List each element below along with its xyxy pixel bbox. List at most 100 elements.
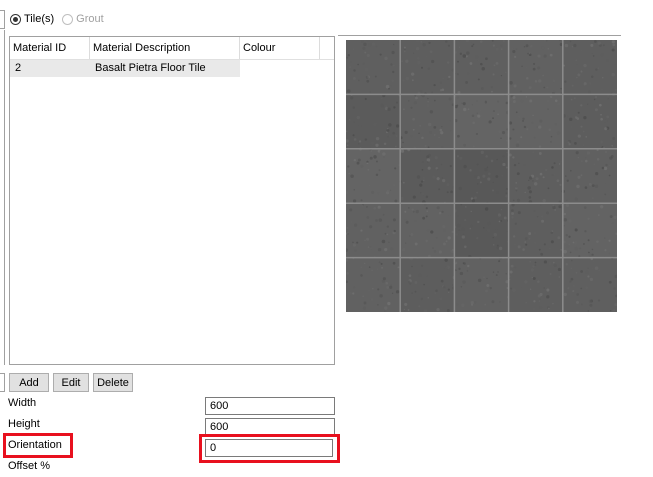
- tile-speckle: [529, 261, 531, 263]
- tile-speckle: [491, 90, 493, 93]
- tile-speckle: [564, 80, 567, 83]
- tile-speckle: [392, 218, 396, 222]
- tile-speckle: [613, 308, 616, 311]
- table-row[interactable]: 2 Basalt Pietra Floor Tile: [10, 60, 334, 77]
- tile-speckle: [456, 215, 459, 218]
- tile-speckle: [497, 213, 502, 217]
- tile-speckle: [404, 302, 408, 307]
- tile-speckle: [393, 229, 396, 233]
- cell-material-description[interactable]: Basalt Pietra Floor Tile: [90, 60, 240, 77]
- column-header-colour[interactable]: Colour: [240, 37, 320, 59]
- tile-speckle: [436, 308, 440, 312]
- tile-speckle: [565, 175, 567, 177]
- tile-speckle: [521, 65, 523, 67]
- tile-speckle: [591, 52, 593, 55]
- tile-speckle: [583, 206, 587, 209]
- tile-speckle: [500, 219, 503, 222]
- tile-speckle: [377, 149, 381, 153]
- tile-speckle: [525, 96, 528, 98]
- tile-speckle: [532, 180, 534, 182]
- tile-speckle: [497, 271, 499, 273]
- tile-speckle: [467, 267, 470, 271]
- column-header-material-description[interactable]: Material Description: [90, 37, 240, 59]
- tile-speckle: [599, 103, 602, 107]
- cell-material-id[interactable]: 2: [10, 60, 90, 77]
- tile-speckle: [557, 102, 560, 106]
- orientation-label-highlight: [3, 433, 73, 458]
- tile-speckle: [438, 250, 443, 254]
- tile-speckle: [546, 86, 549, 89]
- tile-speckle: [405, 87, 409, 91]
- tile-speckle: [538, 152, 542, 155]
- tile-speckle: [426, 228, 430, 232]
- tile-speckle: [515, 111, 518, 114]
- orientation-field-highlight: [199, 434, 340, 463]
- tile-speckle: [476, 112, 479, 115]
- tile-speckle: [587, 275, 590, 278]
- column-header-material-id[interactable]: Material ID: [10, 37, 90, 59]
- tile-speckle: [384, 248, 388, 252]
- tile-speckle: [498, 246, 503, 251]
- tile-speckle: [361, 40, 364, 43]
- tile-speckle: [433, 249, 437, 253]
- tile-speckle: [601, 76, 604, 79]
- tile-speckle: [476, 163, 479, 166]
- tile-speckle: [411, 79, 414, 82]
- tile-speckle: [484, 100, 487, 103]
- tile-speckle: [472, 121, 475, 125]
- tile-speckle: [450, 190, 453, 194]
- tile-speckle: [379, 294, 383, 298]
- tile-speckle: [611, 48, 615, 52]
- tile-speckle: [346, 89, 351, 93]
- tile-speckle: [594, 266, 599, 271]
- tile-speckle: [390, 63, 393, 66]
- tile-speckle: [416, 175, 421, 179]
- tile-speckle: [502, 131, 506, 135]
- edit-button[interactable]: Edit: [53, 373, 89, 392]
- tile-speckle: [449, 120, 452, 122]
- tile-speckle: [564, 43, 569, 48]
- tile-speckle: [528, 232, 532, 236]
- tiles-radio[interactable]: Tile(s): [10, 13, 54, 25]
- tile-speckle: [565, 243, 570, 248]
- tile-speckle: [512, 49, 516, 54]
- material-grid[interactable]: Material ID Material Description Colour …: [9, 36, 335, 365]
- tile-speckle: [611, 222, 614, 224]
- tile-speckle: [433, 99, 436, 102]
- tile-speckle: [552, 213, 556, 216]
- tile: [400, 40, 455, 95]
- tile-speckle: [433, 125, 437, 129]
- tile-speckle: [597, 41, 601, 45]
- tile-speckle: [518, 116, 520, 118]
- tile-speckle: [490, 86, 493, 89]
- tile-speckle: [612, 43, 616, 47]
- tile-speckle: [380, 103, 384, 108]
- tile-speckle: [528, 190, 533, 194]
- tile-speckle: [460, 286, 463, 288]
- width-field[interactable]: 600: [205, 397, 335, 415]
- tile-speckle: [371, 190, 375, 194]
- tile-speckle: [595, 68, 598, 71]
- tile-material-panel: Tile(s) Grout Material ID Material Descr…: [0, 0, 653, 477]
- delete-button[interactable]: Delete: [93, 373, 133, 392]
- tile-speckle: [366, 53, 370, 58]
- tile-speckle: [515, 181, 518, 184]
- tile-speckle: [572, 241, 575, 244]
- add-button[interactable]: Add: [9, 373, 49, 392]
- tile-speckle: [535, 177, 539, 181]
- tile-speckle: [560, 249, 562, 251]
- tile-speckle: [577, 156, 579, 159]
- tile-speckle: [538, 300, 541, 302]
- tile-speckle: [508, 121, 513, 125]
- tile-speckle: [387, 107, 391, 111]
- tile-speckle: [533, 241, 537, 244]
- grout-radio[interactable]: Grout: [62, 13, 104, 25]
- tile-speckle: [545, 211, 549, 215]
- tile-speckle: [384, 232, 387, 235]
- tile-speckle: [371, 42, 376, 46]
- tile-speckle: [414, 220, 417, 223]
- cell-colour[interactable]: [240, 60, 320, 77]
- tile-speckle: [391, 50, 395, 55]
- tile-speckle: [346, 231, 349, 234]
- tile-speckle: [560, 87, 562, 90]
